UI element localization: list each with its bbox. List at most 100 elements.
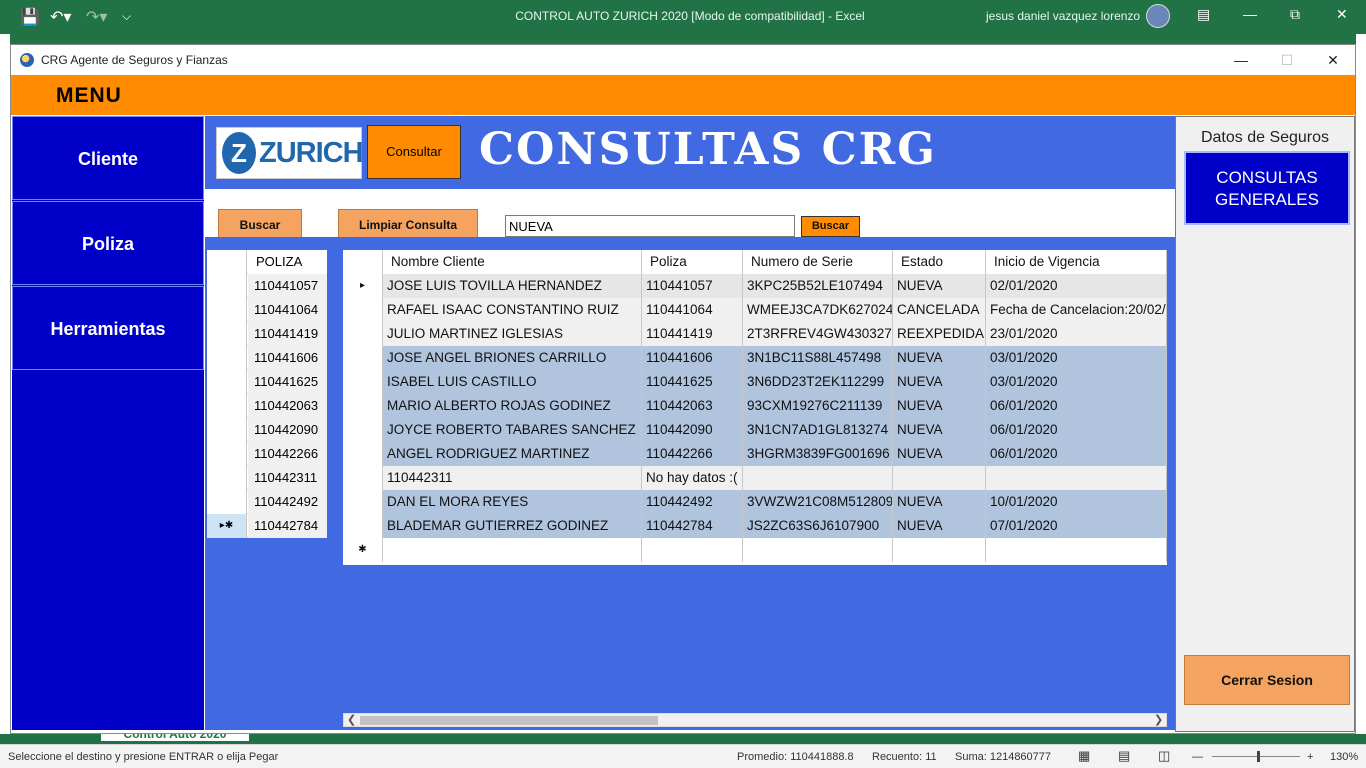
nombre-cell[interactable]: 110442311	[383, 466, 642, 490]
table-row[interactable]: 110442492	[207, 490, 327, 514]
poliza-cell[interactable]: 110442063	[642, 394, 743, 418]
row-selector[interactable]	[343, 514, 383, 538]
poliza-cell[interactable]: 110441625	[248, 370, 327, 394]
nombre-cell[interactable]: ISABEL LUIS CASTILLO	[383, 370, 642, 394]
row-selector[interactable]	[207, 370, 247, 394]
column-header-poliza[interactable]: POLIZA	[248, 250, 327, 274]
zoom-out-icon[interactable]: —	[1192, 751, 1203, 763]
table-row[interactable]: 110442266	[207, 442, 327, 466]
buscar-button[interactable]: Buscar	[218, 209, 302, 240]
row-selector[interactable]	[207, 322, 247, 346]
poliza-cell[interactable]: 110442784	[248, 514, 327, 538]
minimize-icon[interactable]: —	[1243, 6, 1257, 22]
row-selector[interactable]	[207, 442, 247, 466]
avatar[interactable]	[1146, 4, 1170, 28]
serie-cell[interactable]: 3N6DD23T2EK112299	[743, 370, 893, 394]
table-row[interactable]: ▸✱ 110442784	[207, 514, 327, 538]
sidebar-item-poliza[interactable]: Poliza	[12, 201, 204, 285]
estado-cell[interactable]: CANCELADA	[893, 298, 986, 322]
row-selector[interactable]	[207, 298, 247, 322]
table-row[interactable]: 110441419	[207, 322, 327, 346]
table-row[interactable]: DAN EL MORA REYES 110442492 3VWZW21C08M5…	[343, 490, 1167, 514]
nombre-cell[interactable]: JOSE LUIS TOVILLA HERNANDEZ	[383, 274, 642, 298]
column-header-poliza[interactable]: Poliza	[642, 250, 743, 274]
estado-cell[interactable]: NUEVA	[893, 514, 986, 538]
table-row[interactable]: BLADEMAR GUTIERREZ GODINEZ 110442784 JS2…	[343, 514, 1167, 538]
zoom-level[interactable]: 130%	[1330, 751, 1358, 763]
inicio-cell[interactable]: 06/01/2020	[986, 394, 1167, 418]
form-close-button[interactable]: ✕	[1310, 49, 1356, 71]
poliza-cell[interactable]	[642, 538, 743, 562]
estado-cell[interactable]: NUEVA	[893, 442, 986, 466]
serie-cell[interactable]: JS2ZC63S6J6107900	[743, 514, 893, 538]
serie-cell[interactable]: 93CXM19276C211139	[743, 394, 893, 418]
poliza-cell[interactable]: 110442090	[248, 418, 327, 442]
ribbon-display-icon[interactable]: ▤	[1197, 6, 1210, 23]
poliza-cell[interactable]: 110441419	[642, 322, 743, 346]
poliza-cell[interactable]: 110441606	[642, 346, 743, 370]
estado-cell[interactable]: NUEVA	[893, 370, 986, 394]
inicio-cell[interactable]: 06/01/2020	[986, 418, 1167, 442]
row-selector[interactable]	[343, 490, 383, 514]
nombre-cell[interactable]: RAFAEL ISAAC CONSTANTINO RUIZ	[383, 298, 642, 322]
buscar-input-button[interactable]: Buscar	[801, 216, 860, 237]
poliza-cell[interactable]: 110442266	[248, 442, 327, 466]
table-row[interactable]: JULIO MARTINEZ IGLESIAS 110441419 2T3RFR…	[343, 322, 1167, 346]
poliza-cell[interactable]: 110441064	[642, 298, 743, 322]
poliza-cell[interactable]: 110441057	[248, 274, 327, 298]
estado-cell[interactable]: NUEVA	[893, 274, 986, 298]
restore-icon[interactable]: ⧉	[1290, 6, 1300, 23]
save-icon[interactable]: 💾	[20, 7, 40, 27]
sidebar-item-cliente[interactable]: Cliente	[12, 116, 204, 200]
estado-cell[interactable]: NUEVA	[893, 418, 986, 442]
scroll-left-icon[interactable]: ❮	[347, 713, 356, 726]
results-grid[interactable]: Nombre Cliente Poliza Numero de Serie Es…	[343, 250, 1167, 565]
poliza-cell[interactable]: 110442492	[642, 490, 743, 514]
close-icon[interactable]: ✕	[1336, 6, 1348, 23]
poliza-cell[interactable]: 110441064	[248, 298, 327, 322]
redo-icon[interactable]: ↷▾	[86, 7, 107, 27]
table-row[interactable]: JOSE ANGEL BRIONES CARRILLO 110441606 3N…	[343, 346, 1167, 370]
undo-icon[interactable]: ↶▾	[50, 7, 71, 27]
row-selector[interactable]	[343, 346, 383, 370]
nombre-cell[interactable]: DAN EL MORA REYES	[383, 490, 642, 514]
nombre-cell[interactable]	[383, 538, 642, 562]
row-selector[interactable]	[207, 274, 247, 298]
column-header-serie[interactable]: Numero de Serie	[743, 250, 893, 274]
row-selector[interactable]	[207, 466, 247, 490]
poliza-cell[interactable]: 110442266	[642, 442, 743, 466]
inicio-cell[interactable]: Fecha de Cancelacion:20/02/2020	[986, 298, 1167, 322]
row-selector[interactable]	[343, 418, 383, 442]
serie-cell[interactable]: 3HGRM3839FG001696	[743, 442, 893, 466]
new-row[interactable]: ✱	[343, 538, 1167, 562]
scroll-right-icon[interactable]: ❯	[1154, 713, 1163, 726]
poliza-cell[interactable]: 110442784	[642, 514, 743, 538]
table-row[interactable]: 110442063	[207, 394, 327, 418]
poliza-grid[interactable]: POLIZA 110441057 110441064 110441419 110…	[207, 250, 327, 538]
limpiar-consulta-button[interactable]: Limpiar Consulta	[338, 209, 478, 240]
zoom-in-icon[interactable]: +	[1307, 751, 1313, 763]
zoom-slider[interactable]	[1212, 756, 1300, 757]
row-selector[interactable]	[343, 322, 383, 346]
column-header-estado[interactable]: Estado	[893, 250, 986, 274]
table-row[interactable]: RAFAEL ISAAC CONSTANTINO RUIZ 110441064 …	[343, 298, 1167, 322]
table-row[interactable]: 110442090	[207, 418, 327, 442]
page-break-icon[interactable]: ◫	[1158, 748, 1170, 764]
inicio-cell[interactable]: 03/01/2020	[986, 346, 1167, 370]
row-selector[interactable]	[343, 394, 383, 418]
table-row[interactable]: 110441625	[207, 370, 327, 394]
nombre-cell[interactable]: BLADEMAR GUTIERREZ GODINEZ	[383, 514, 642, 538]
poliza-cell[interactable]: No hay datos :(	[642, 466, 743, 490]
form-maximize-button[interactable]: ☐	[1264, 49, 1310, 71]
normal-view-icon[interactable]: ▦	[1078, 748, 1090, 764]
sidebar-item-herramientas[interactable]: Herramientas	[12, 286, 204, 370]
row-selector[interactable]	[343, 370, 383, 394]
inicio-cell[interactable]: 10/01/2020	[986, 490, 1167, 514]
row-selector[interactable]	[207, 394, 247, 418]
row-selector[interactable]	[343, 442, 383, 466]
nombre-cell[interactable]: ANGEL RODRIGUEZ MARTINEZ	[383, 442, 642, 466]
estado-cell[interactable]: REEXPEDIDA	[893, 322, 986, 346]
serie-cell[interactable]: 3VWZW21C08M512809	[743, 490, 893, 514]
current-row-arrow-icon[interactable]: ▸	[343, 274, 383, 298]
cerrar-sesion-button[interactable]: Cerrar Sesion	[1184, 655, 1350, 705]
